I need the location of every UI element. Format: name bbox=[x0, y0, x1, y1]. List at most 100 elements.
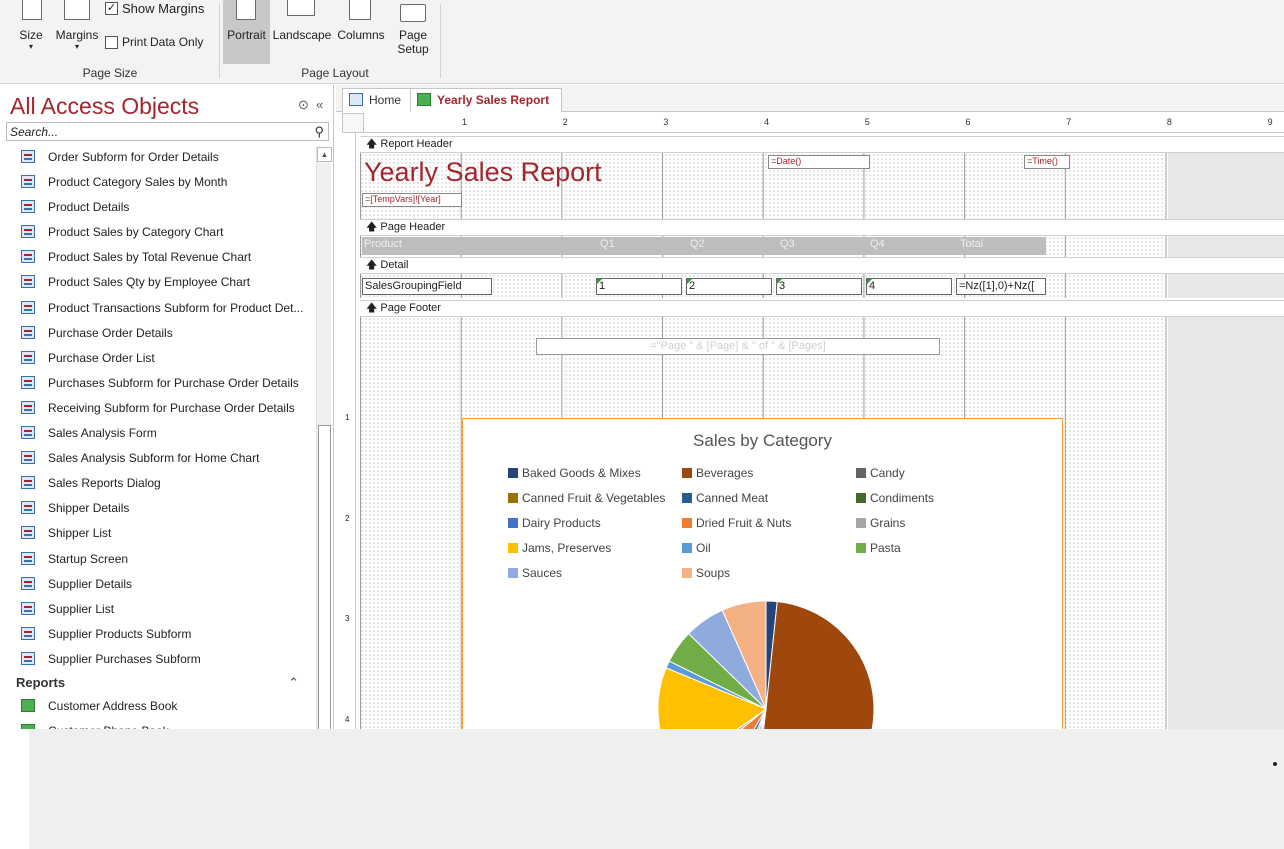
section-report-header[interactable]: 🡅︎ Report Header bbox=[360, 136, 1284, 153]
nav-item-label: Purchases Subform for Purchase Order Det… bbox=[48, 375, 299, 390]
nav-title[interactable]: All Access Objects bbox=[10, 93, 199, 120]
section-detail[interactable]: 🡅︎ Detail bbox=[360, 257, 1284, 274]
margins-icon bbox=[64, 0, 90, 20]
nav-item-form[interactable]: Supplier Purchases Subform bbox=[0, 647, 315, 672]
nav-item-label: Sales Reports Dialog bbox=[48, 476, 161, 491]
nav-item-form[interactable]: Product Sales Qty by Employee Chart bbox=[0, 270, 315, 295]
columns-icon bbox=[349, 0, 371, 20]
nav-item-form[interactable]: Receiving Subform for Purchase Order Det… bbox=[0, 396, 315, 421]
vruler-mark: 2 bbox=[345, 513, 350, 523]
form-icon bbox=[21, 200, 35, 214]
tab-home[interactable]: Home bbox=[342, 88, 415, 112]
nav-item-form[interactable]: Sales Reports Dialog bbox=[0, 471, 315, 496]
columns-button[interactable]: Columns bbox=[334, 28, 388, 42]
nav-item-form[interactable]: Purchase Order List bbox=[0, 346, 315, 371]
header-total[interactable]: Total bbox=[960, 238, 983, 250]
nav-item-label: Supplier List bbox=[48, 601, 115, 616]
form-icon bbox=[21, 526, 35, 540]
header-q4[interactable]: Q4 bbox=[870, 238, 885, 250]
nav-item-form[interactable]: Product Sales by Total Revenue Chart bbox=[0, 245, 315, 270]
detail-q2[interactable]: 2 bbox=[686, 278, 772, 295]
section-reports[interactable]: Reports ⌃ bbox=[0, 672, 315, 694]
landscape-button[interactable]: Landscape bbox=[270, 28, 334, 42]
form-icon bbox=[21, 476, 35, 490]
nav-item-form[interactable]: Sales Analysis Subform for Home Chart bbox=[0, 446, 315, 471]
detail-q4[interactable]: 4 bbox=[866, 278, 952, 295]
page-setup-button[interactable]: Page Setup bbox=[392, 28, 434, 56]
header-q3[interactable]: Q3 bbox=[780, 238, 795, 250]
margins-button[interactable]: Margins ▾ bbox=[53, 28, 101, 51]
landscape-icon bbox=[287, 0, 315, 16]
nav-item-label: Product Category Sales by Month bbox=[48, 175, 228, 190]
scroll-up-icon[interactable]: ▲ bbox=[317, 147, 332, 162]
nav-item-label: Supplier Details bbox=[48, 576, 133, 591]
detail-total[interactable]: =Nz([1],0)+Nz([ bbox=[956, 278, 1046, 295]
ruler-corner[interactable] bbox=[342, 113, 364, 133]
nav-item-label: Sales Analysis Subform for Home Chart bbox=[48, 451, 260, 466]
header-product[interactable]: Product bbox=[364, 238, 402, 250]
detail-q1[interactable]: 1 bbox=[596, 278, 682, 295]
nav-item-form[interactable]: Shipper Details bbox=[0, 496, 315, 521]
nav-item-form[interactable]: Startup Screen bbox=[0, 547, 315, 572]
form-icon bbox=[21, 300, 35, 314]
nav-item-form[interactable]: Sales Analysis Form bbox=[0, 421, 315, 446]
nav-item-form[interactable]: Product Sales by Category Chart bbox=[0, 220, 315, 245]
date-control[interactable]: =Date() bbox=[768, 155, 870, 169]
time-control[interactable]: =Time() bbox=[1024, 155, 1070, 169]
nav-item-form[interactable]: Order Subform for Order Details bbox=[0, 145, 315, 170]
form-icon bbox=[21, 250, 35, 264]
sales-by-category-chart[interactable]: Sales by Category Baked Goods & Mixes Bev… bbox=[462, 418, 1063, 729]
nav-item-form[interactable]: Supplier Products Subform bbox=[0, 622, 315, 647]
tempvars-control[interactable]: =[TempVars]![Year] bbox=[362, 193, 462, 207]
section-page-footer[interactable]: 🡅︎ Page Footer bbox=[360, 300, 1284, 317]
nav-menu-icon[interactable]: ⊙ bbox=[298, 97, 309, 113]
form-icon bbox=[21, 275, 35, 289]
nav-item-form[interactable]: Purchases Subform for Purchase Order Det… bbox=[0, 371, 315, 396]
nav-item-form[interactable]: Supplier List bbox=[0, 597, 315, 622]
ribbon-separator bbox=[219, 4, 220, 78]
report-title[interactable]: Yearly Sales Report bbox=[364, 157, 602, 188]
form-icon bbox=[21, 651, 35, 665]
nav-item-form[interactable]: Product Transactions Subform for Product… bbox=[0, 296, 315, 321]
tab-yearly-sales-report[interactable]: Yearly Sales Report bbox=[410, 88, 563, 112]
nav-scrollbar[interactable]: ▲ bbox=[316, 147, 332, 729]
nav-item-report[interactable]: Customer Phone Book bbox=[0, 719, 315, 729]
nav-item-label: Product Sales Qty by Employee Chart bbox=[48, 275, 251, 290]
tab-home-label: Home bbox=[369, 93, 402, 107]
header-q1[interactable]: Q1 bbox=[600, 238, 615, 250]
horizontal-ruler: 123456789 bbox=[364, 113, 1284, 133]
show-margins-label: Show Margins bbox=[122, 1, 205, 16]
scroll-thumb[interactable] bbox=[318, 425, 331, 729]
print-data-only-checkbox[interactable] bbox=[105, 36, 118, 49]
search-input[interactable]: Search... ⚲ bbox=[6, 122, 329, 141]
nav-item-report[interactable]: Customer Address Book bbox=[0, 694, 315, 719]
collapse-pane-icon[interactable]: « bbox=[316, 97, 323, 112]
error-indicator bbox=[777, 279, 782, 284]
form-icon bbox=[21, 225, 35, 239]
section-label: Report Header bbox=[380, 138, 453, 150]
nav-item-form[interactable]: Product Details bbox=[0, 195, 315, 220]
size-button[interactable]: Size ▾ bbox=[16, 28, 46, 51]
margins-label: Margins bbox=[55, 28, 99, 42]
section-page-header[interactable]: 🡅︎ Page Header bbox=[360, 219, 1284, 236]
detail-q3[interactable]: 3 bbox=[776, 278, 862, 295]
page-setup-line1: Page bbox=[398, 28, 428, 42]
form-icon bbox=[21, 350, 35, 364]
collapse-chevron-icon[interactable]: ⌃ bbox=[288, 672, 299, 694]
grid-extension bbox=[1168, 236, 1284, 257]
nav-item-form[interactable]: Product Category Sales by Month bbox=[0, 170, 315, 195]
section-label: Page Footer bbox=[380, 302, 441, 314]
page-number-control[interactable]: ="Page " & [Page] & " of " & [Pages] bbox=[536, 338, 940, 355]
form-icon bbox=[21, 375, 35, 389]
nav-item-form[interactable]: Supplier Details bbox=[0, 572, 315, 597]
nav-item-form[interactable]: Purchase Order Details bbox=[0, 321, 315, 346]
nav-item-label: Order Subform for Order Details bbox=[48, 150, 219, 164]
header-q2[interactable]: Q2 bbox=[690, 238, 705, 250]
nav-item-label: Product Sales by Total Revenue Chart bbox=[48, 250, 252, 265]
portrait-button[interactable]: Portrait bbox=[223, 28, 270, 42]
sales-grouping-field[interactable]: SalesGroupingField bbox=[362, 278, 492, 295]
form-icon bbox=[21, 626, 35, 640]
show-margins-checkbox[interactable]: ✓ bbox=[105, 2, 118, 15]
nav-item-form[interactable]: Shipper List bbox=[0, 521, 315, 546]
page-setup-icon bbox=[400, 4, 426, 22]
